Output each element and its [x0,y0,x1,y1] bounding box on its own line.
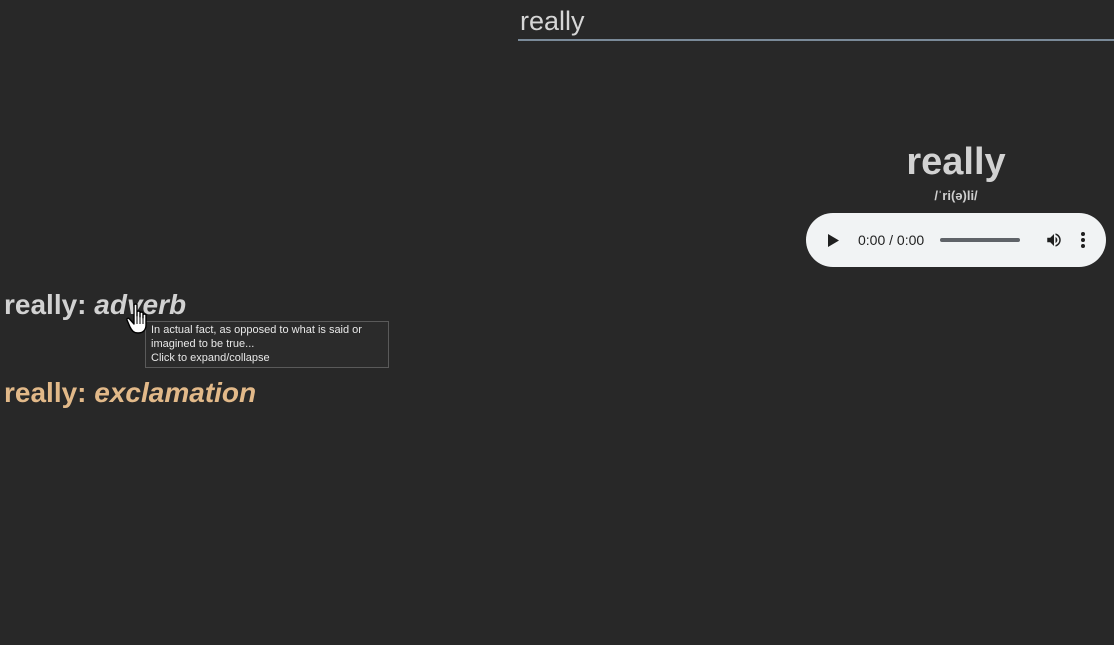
headword: really [906,141,1006,183]
sense-heading-adverb[interactable]: really: adverb [4,288,186,322]
entry-header: really /ˈri(ə)li/ [806,140,1106,204]
audio-player[interactable]: 0:00 / 0:00 [806,213,1106,267]
dictionary-page: really /ˈri(ə)li/ 0:00 / 0:00 really: ad… [0,0,1114,645]
tooltip-line: Click to expand/collapse [151,352,270,364]
tooltip-line: In actual fact, as opposed to what is sa… [151,324,362,336]
sense-pos: exclamation [94,377,257,408]
search-input[interactable] [520,4,1100,38]
volume-icon[interactable] [1044,230,1064,250]
tooltip-line: imagined to be true... [151,338,255,350]
sense-pos: adverb [94,289,187,320]
play-icon[interactable] [826,232,840,248]
more-vert-icon[interactable] [1078,230,1088,250]
sense-heading-exclamation[interactable]: really: exclamation [4,376,256,410]
search-field[interactable] [518,0,1114,41]
pronunciation: /ˈri(ə)li/ [934,188,978,203]
audio-time: 0:00 / 0:00 [858,232,925,248]
sense-word: really: [4,377,95,408]
audio-progress-slider[interactable] [940,238,1021,242]
sense-tooltip: In actual fact, as opposed to what is sa… [145,321,389,368]
sense-word: really: [4,289,95,320]
